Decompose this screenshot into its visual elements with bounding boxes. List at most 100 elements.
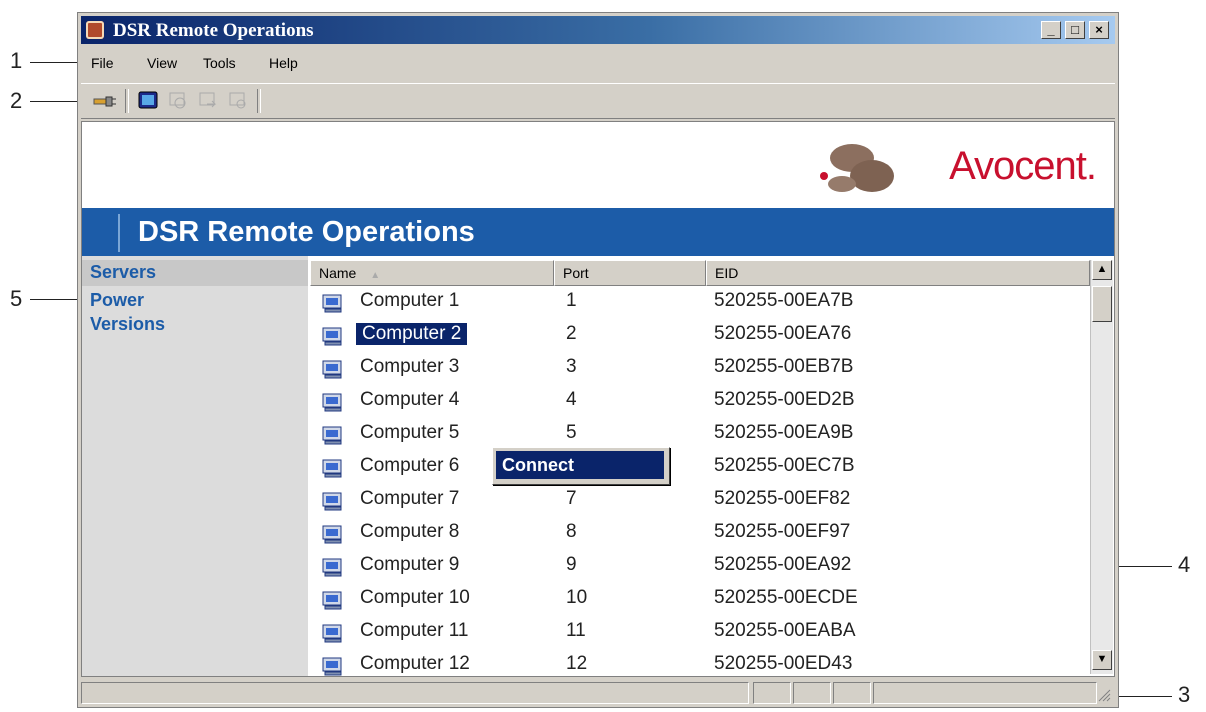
row-eid: 520255-00ECDE: [714, 587, 858, 608]
row-name: Computer 3: [360, 356, 460, 377]
row-name: Computer 8: [360, 521, 460, 542]
callout-line-2: [30, 101, 78, 102]
window-title: DSR Remote Operations: [113, 20, 314, 41]
row-eid: 520255-00EF82: [714, 488, 851, 509]
computer-icon: [322, 525, 344, 544]
table-row[interactable]: Computer 12 12 520255-00ED43: [310, 649, 1090, 676]
vertical-scrollbar[interactable]: ▲ ▼: [1090, 260, 1113, 674]
row-port: 11: [566, 620, 586, 641]
status-panel-4: [873, 682, 1097, 704]
menu-bar: File View Tools Help: [81, 48, 1115, 78]
callout-2: 2: [10, 88, 23, 113]
computer-icon: [322, 294, 344, 313]
row-name: Computer 5: [360, 422, 460, 443]
sidebar-item-servers[interactable]: Servers: [90, 262, 156, 283]
status-panel-1: [753, 682, 791, 704]
avocent-logo-icon: [820, 144, 894, 192]
row-port: 1: [566, 290, 577, 311]
row-eid: 520255-00EA7B: [714, 290, 854, 311]
status-bar: [81, 680, 1115, 704]
row-eid: 520255-00EC7B: [714, 455, 855, 476]
plug-icon[interactable]: [91, 89, 117, 113]
row-eid: 520255-00EB7B: [714, 356, 854, 377]
computer-arrow-icon[interactable]: [195, 89, 221, 113]
sort-ascending-icon: ▲: [370, 270, 381, 281]
computer-icon: [322, 426, 344, 445]
callout-line-3: [1110, 696, 1172, 697]
computer-icon: [322, 492, 344, 511]
table-row[interactable]: Computer 2 2 520255-00EA76: [310, 319, 1090, 352]
row-port: 9: [566, 554, 577, 575]
sidebar-item-versions[interactable]: Versions: [90, 314, 165, 335]
row-eid: 520255-00EA9B: [714, 422, 854, 443]
callout-5: 5: [10, 286, 23, 311]
table-row[interactable]: Computer 1 1 520255-00EA7B: [310, 286, 1090, 319]
server-list: Name ▲ Port EID Computer 1 1 520255-00EA7B…: [310, 256, 1114, 676]
brand-logo-text: Avocent.: [949, 144, 1097, 188]
sidebar: Servers Power Versions: [82, 256, 308, 676]
computer-icon: [322, 558, 344, 577]
menu-file[interactable]: File: [91, 55, 114, 71]
title-bar[interactable]: DSR Remote Operations _ □ ×: [81, 16, 1115, 44]
table-row[interactable]: Computer 5 5 520255-00EA9B: [310, 418, 1090, 451]
maximize-button[interactable]: □: [1065, 21, 1085, 39]
scroll-down-button[interactable]: ▼: [1092, 650, 1112, 670]
context-menu-connect[interactable]: Connect: [496, 451, 664, 479]
monitor-icon[interactable]: [135, 89, 161, 113]
scroll-up-button[interactable]: ▲: [1092, 260, 1112, 280]
row-name: Computer 4: [360, 389, 460, 410]
column-header-port[interactable]: Port: [554, 260, 706, 286]
row-eid: 520255-00ED43: [714, 653, 853, 674]
row-eid: 520255-00EF97: [714, 521, 851, 542]
minimize-button[interactable]: _: [1041, 21, 1061, 39]
menu-tools[interactable]: Tools: [203, 55, 236, 71]
table-row[interactable]: Computer 9 9 520255-00EA92: [310, 550, 1090, 583]
table-row[interactable]: Computer 4 4 520255-00ED2B: [310, 385, 1090, 418]
computer-refresh-icon[interactable]: [225, 89, 251, 113]
context-menu: Connect: [492, 447, 670, 485]
callout-1: 1: [10, 48, 23, 73]
computer-icon: [322, 459, 344, 478]
table-row[interactable]: Computer 7 7 520255-00EF82: [310, 484, 1090, 517]
column-header-name[interactable]: Name ▲: [310, 260, 554, 286]
menu-help[interactable]: Help: [269, 55, 298, 71]
computer-icon: [322, 393, 344, 412]
page-banner: DSR Remote Operations: [82, 208, 1114, 256]
toolbar-separator: [125, 89, 129, 113]
table-header: Name ▲ Port EID: [310, 260, 1090, 286]
computer-icon: [322, 327, 344, 346]
table-row[interactable]: Computer 10 10 520255-00ECDE: [310, 583, 1090, 616]
computer-icon: [322, 657, 344, 676]
row-eid: 520255-00EA92: [714, 554, 852, 575]
callout-line-5: [30, 299, 80, 300]
row-name: Computer 9: [360, 554, 460, 575]
row-name: Computer 6: [360, 455, 460, 476]
table-row[interactable]: Computer 3 3 520255-00EB7B: [310, 352, 1090, 385]
row-port: 8: [566, 521, 577, 542]
toolbar: [81, 83, 1115, 119]
callout-4: 4: [1178, 552, 1191, 577]
computer-icon: [322, 591, 344, 610]
row-port: 7: [566, 488, 577, 509]
close-button[interactable]: ×: [1089, 21, 1109, 39]
row-port: 12: [566, 653, 588, 674]
resize-grip-icon[interactable]: [1097, 688, 1111, 702]
banner-divider: [118, 214, 120, 252]
row-name: Computer 1: [360, 290, 460, 311]
row-port: 3: [566, 356, 577, 377]
row-name: Computer 10: [360, 587, 470, 608]
callout-line-1: [30, 62, 78, 63]
callout-3: 3: [1178, 682, 1191, 707]
table-row[interactable]: Computer 66520255-00EC7B: [310, 451, 1090, 484]
row-eid: 520255-00EABA: [714, 620, 856, 641]
menu-view[interactable]: View: [147, 55, 177, 71]
scrollbar-thumb[interactable]: [1092, 286, 1112, 322]
row-eid: 520255-00ED2B: [714, 389, 855, 410]
table-row[interactable]: Computer 8 8 520255-00EF97: [310, 517, 1090, 550]
computer-gear-icon[interactable]: [165, 89, 191, 113]
column-header-eid[interactable]: EID: [706, 260, 1090, 286]
table-row[interactable]: Computer 11 11 520255-00EABA: [310, 616, 1090, 649]
sidebar-item-power[interactable]: Power: [90, 290, 144, 311]
row-port: 10: [566, 587, 588, 608]
status-panel-3: [833, 682, 871, 704]
